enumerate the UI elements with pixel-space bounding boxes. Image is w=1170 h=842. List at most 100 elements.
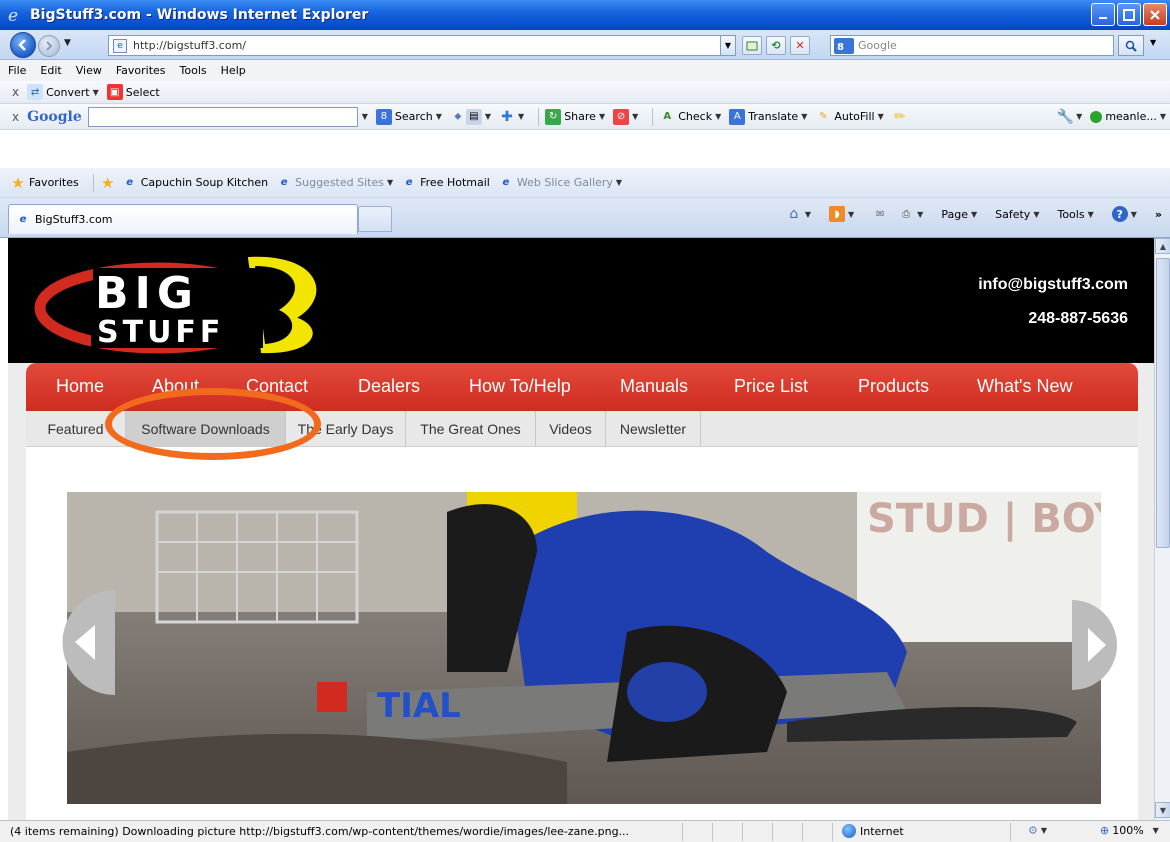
- subnav-videos[interactable]: Videos: [536, 411, 606, 447]
- ie-page-icon: e: [405, 177, 413, 188]
- favorite-link-suggested-sites[interactable]: e Suggested Sites ▼: [276, 175, 393, 191]
- nav-price-list[interactable]: Price List: [734, 376, 808, 397]
- recent-pages-dropdown[interactable]: ▼: [64, 38, 74, 52]
- minimize-button[interactable]: [1091, 3, 1115, 26]
- mail-icon[interactable]: ✉: [872, 206, 888, 222]
- maximize-button[interactable]: [1117, 3, 1141, 26]
- autofill-button[interactable]: ✎ AutoFill ▼: [815, 109, 884, 125]
- subnav-newsletter[interactable]: Newsletter: [606, 411, 701, 447]
- close-toolbar-icon[interactable]: x: [12, 85, 19, 99]
- sidewiki-icon: ▤: [465, 108, 482, 125]
- plus-button[interactable]: ✚ ▼: [499, 109, 524, 125]
- select-icon: ▣: [106, 84, 123, 100]
- check-button[interactable]: A Check ▼: [659, 109, 721, 125]
- status-bar: (4 items remaining) Downloading picture …: [0, 820, 1170, 842]
- favorite-link-web-slice-gallery[interactable]: e Web Slice Gallery ▼: [498, 175, 622, 191]
- page-menu-button[interactable]: Page ▼: [941, 208, 977, 221]
- google-search-input[interactable]: [87, 106, 358, 127]
- feeds-button[interactable]: ◗ ▼: [829, 206, 854, 222]
- menu-edit[interactable]: Edit: [40, 64, 61, 77]
- search-label: Search: [394, 110, 433, 123]
- back-button[interactable]: [10, 32, 36, 58]
- big-stuff-3-logo[interactable]: BIG STUFF: [33, 246, 333, 356]
- close-toolbar-icon[interactable]: x: [12, 110, 19, 124]
- chevron-right-icon[interactable]: »: [1155, 208, 1162, 221]
- highlighter-icon[interactable]: ✏: [892, 109, 908, 125]
- contact-email[interactable]: info@bigstuff3.com: [978, 276, 1128, 294]
- favorite-link-label: Web Slice Gallery: [516, 176, 613, 189]
- refresh-icon[interactable]: ⟲: [766, 36, 786, 55]
- svg-text:BIG: BIG: [95, 268, 199, 319]
- settings-wrench-button[interactable]: 🔧 ▼: [1056, 109, 1082, 125]
- menu-tools[interactable]: Tools: [180, 64, 207, 77]
- spellcheck-icon: A: [663, 111, 672, 122]
- account-button[interactable]: meanle... ▼: [1090, 110, 1166, 123]
- security-zone[interactable]: Internet: [842, 824, 904, 838]
- subnav-the-great-ones[interactable]: The Great Ones: [406, 411, 536, 447]
- favorites-button[interactable]: ★ Favorites: [10, 174, 79, 192]
- nav-home[interactable]: Home: [56, 376, 104, 397]
- status-divider: [772, 823, 773, 841]
- divider: [652, 107, 654, 126]
- nav-whats-new[interactable]: What's New: [977, 376, 1072, 397]
- search-button[interactable]: [1118, 35, 1144, 56]
- menu-help[interactable]: Help: [221, 64, 246, 77]
- hero-slideshow-image: STUD | BOY TIAL: [67, 492, 1101, 804]
- select-label: Select: [125, 85, 160, 99]
- nav-manuals[interactable]: Manuals: [620, 376, 688, 397]
- address-input[interactable]: e http://bigstuff3.com/: [108, 35, 734, 56]
- forward-button[interactable]: [38, 35, 60, 57]
- nav-how-to-help[interactable]: How To/Help: [469, 376, 571, 397]
- svg-text:STUD | BOY: STUD | BOY: [867, 496, 1101, 543]
- chevron-down-icon: ▼: [484, 112, 492, 121]
- add-to-favorites-icon[interactable]: ★: [100, 174, 116, 192]
- rss-icon: ◗: [829, 206, 846, 222]
- search-input[interactable]: 8 Google: [830, 35, 1114, 56]
- tab-bigstuff3[interactable]: e BigStuff3.com: [8, 204, 358, 234]
- address-dropdown[interactable]: ▼: [720, 35, 736, 56]
- bookmark-icon[interactable]: ⬥: [450, 109, 466, 125]
- tools-menu-button[interactable]: Tools ▼: [1057, 208, 1093, 221]
- zoom-control[interactable]: ⊕ 100% ▼: [1100, 824, 1159, 837]
- protected-mode-button[interactable]: ⚙ ▼: [1028, 824, 1047, 837]
- scroll-down-button[interactable]: ▼: [1155, 802, 1170, 818]
- safety-menu-button[interactable]: Safety ▼: [995, 208, 1039, 221]
- help-button[interactable]: ? ▼: [1111, 206, 1137, 222]
- convert-button[interactable]: ⇄ Convert ▼: [27, 84, 99, 100]
- chevron-down-icon: ▼: [615, 178, 623, 187]
- menu-file[interactable]: File: [8, 64, 26, 77]
- compatibility-view-icon[interactable]: [742, 36, 762, 55]
- menu-favorites[interactable]: Favorites: [116, 64, 166, 77]
- slideshow-next-button[interactable]: [1072, 600, 1132, 690]
- favorite-link-label: Suggested Sites: [295, 176, 384, 189]
- nav-products[interactable]: Products: [858, 376, 929, 397]
- home-button[interactable]: ⌂ ▼: [786, 206, 811, 222]
- favorites-label: Favorites: [29, 176, 79, 189]
- favorite-link-capuchin[interactable]: e Capuchin Soup Kitchen: [122, 175, 268, 191]
- convert-icon: ⇄: [27, 84, 44, 100]
- share-button[interactable]: ↻ Share ▼: [545, 108, 605, 125]
- sidewiki-button[interactable]: ▤ ▼: [465, 108, 492, 125]
- user-label: meanle...: [1105, 110, 1157, 123]
- popup-blocker-button[interactable]: ⊘ ▼: [613, 108, 638, 125]
- slideshow-prev-button[interactable]: [45, 590, 115, 695]
- menu-view[interactable]: View: [76, 64, 102, 77]
- tab-bar: e BigStuff3.com ⌂ ▼ ◗ ▼ ✉ ⎙ ▼ Page ▼ Saf…: [0, 198, 1170, 238]
- select-button[interactable]: ▣ Select: [106, 84, 160, 100]
- print-button[interactable]: ⎙ ▼: [898, 206, 923, 222]
- page-label: Page: [941, 207, 968, 221]
- google-search-button[interactable]: 8 Search ▼: [375, 108, 442, 125]
- nav-dealers[interactable]: Dealers: [358, 376, 420, 397]
- close-button[interactable]: [1143, 3, 1167, 26]
- chevron-down-icon: ▼: [801, 112, 808, 121]
- favorite-link-free-hotmail[interactable]: e Free Hotmail: [401, 175, 490, 191]
- scroll-up-button[interactable]: ▲: [1155, 238, 1170, 254]
- search-options-dropdown[interactable]: ▼: [1150, 38, 1156, 47]
- stop-icon[interactable]: ✕: [790, 36, 810, 55]
- translate-button[interactable]: A Translate ▼: [729, 108, 808, 125]
- scroll-thumb[interactable]: [1156, 258, 1170, 548]
- chevron-down-icon[interactable]: ▼: [362, 112, 368, 121]
- new-tab-button[interactable]: [358, 206, 392, 232]
- chevron-down-icon: ▼: [386, 178, 394, 187]
- vertical-scrollbar[interactable]: ▲ ▼: [1154, 238, 1170, 820]
